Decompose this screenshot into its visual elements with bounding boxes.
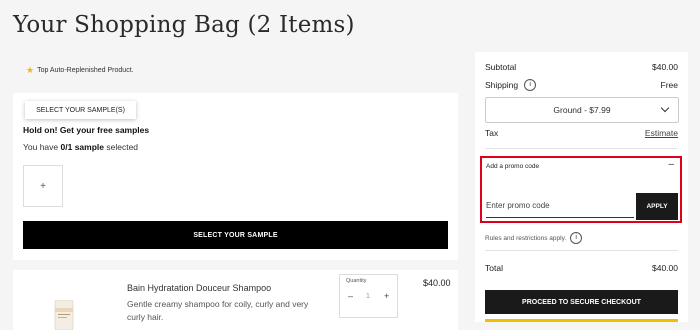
product-item: Bain Hydratation Douceur Shampoo Gentle … [13,270,458,330]
quantity-increase-button[interactable]: + [384,291,389,301]
select-sample-button[interactable]: SELECT YOUR SAMPLE [23,221,448,249]
auto-replenish-text: Top Auto-Replenished Product. [37,67,134,74]
product-price: $40.00 [423,278,451,288]
samples-count: 0/1 [60,142,73,152]
samples-have-suffix: selected [104,142,139,152]
subtotal-value: $40.00 [652,62,678,72]
order-summary: Subtotal $40.00 Shipping i Free Ground - … [475,52,688,322]
shipping-method-select[interactable]: Ground - $7.99 [485,97,679,123]
total-row: Total $40.00 [485,263,678,273]
shipping-info-icon[interactable]: i [524,79,537,91]
rules-text: Rules and restrictions apply. [485,234,567,242]
star-icon: ★ [26,65,35,75]
rules-note: Rules and restrictions apply. i [485,232,583,244]
apply-button[interactable]: APPLY [636,193,678,220]
total-value: $40.00 [652,263,678,273]
rules-info-icon[interactable]: i [570,232,583,244]
divider [485,250,678,251]
subtotal-row: Subtotal $40.00 [485,62,678,72]
product-name[interactable]: Bain Hydratation Douceur Shampoo [127,283,271,293]
shipping-method-value: Ground - $7.99 [553,105,611,115]
shipping-value: Free [660,80,678,90]
quantity-stepper: Quantity – 1 + [339,274,398,318]
shipping-label: Shipping [485,80,519,90]
auto-replenish-note: ★ Top Auto-Replenished Product. [26,66,134,75]
tax-row: Tax Estimate [485,128,678,138]
tax-label: Tax [485,128,499,138]
samples-selected-text: You have 0/1 sample selected [23,142,138,152]
quantity-value[interactable]: 1 [366,293,370,300]
tax-estimate-link[interactable]: Estimate [645,128,678,138]
checkout-button[interactable]: PROCEED TO SECURE CHECKOUT [485,290,678,314]
select-samples-tab[interactable]: SELECT YOUR SAMPLE(S) [25,101,136,119]
samples-have-prefix: You have [23,142,61,152]
total-label: Total [485,263,503,273]
collapse-promo-button[interactable]: – [668,159,674,170]
promo-code-input[interactable] [486,193,634,218]
quantity-decrease-button[interactable]: – [348,291,353,301]
promo-label: Add a promo code [486,163,540,170]
free-samples-heading: Hold on! Get your free samples [23,125,150,135]
page-title: Your Shopping Bag (2 Items) [13,12,355,38]
promo-code-section: Add a promo code – APPLY [480,156,682,223]
product-image[interactable] [53,300,75,330]
quantity-label: Quantity [346,278,367,284]
plus-icon: + [40,180,46,192]
samples-unit: sample [74,142,104,152]
chevron-down-icon [660,103,670,113]
product-description: Gentle creamy shampoo for coily, curly a… [127,299,309,322]
samples-panel: SELECT YOUR SAMPLE(S) Hold on! Get your … [13,93,458,260]
subtotal-label: Subtotal [485,62,517,72]
add-sample-button[interactable]: + [23,165,63,207]
shipping-row: Shipping i Free [485,79,678,91]
divider [485,148,678,149]
